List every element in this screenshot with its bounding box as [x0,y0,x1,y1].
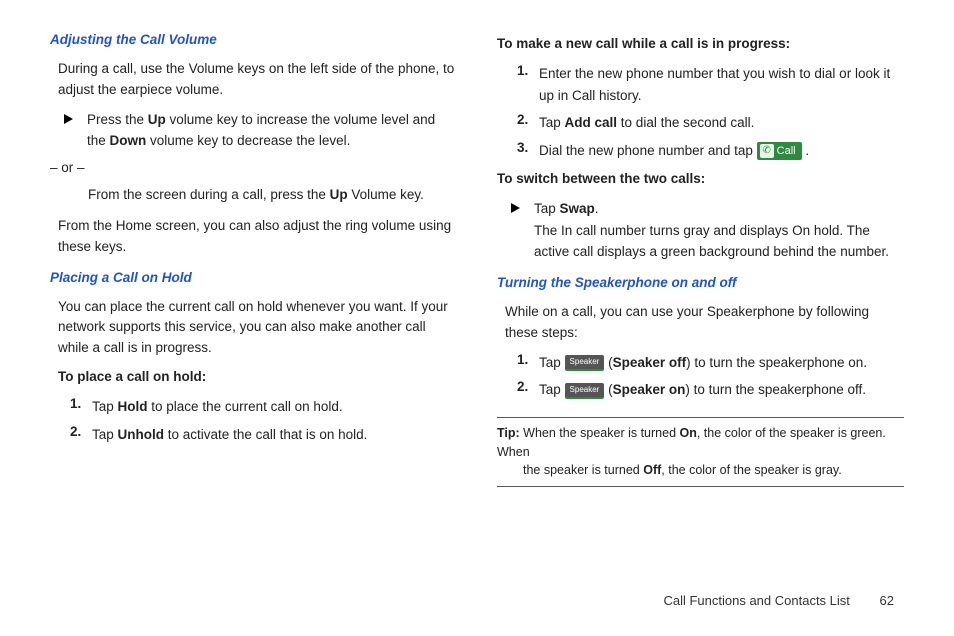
text-bold: Swap [560,201,595,216]
text-bold: Speaker on [613,382,686,397]
left-column: Adjusting the Call Volume During a call,… [50,30,457,493]
text: Tap [539,355,565,370]
section-title-speakerphone: Turning the Speakerphone on and off [497,273,904,294]
paragraph: From the screen during a call, press the… [88,185,457,206]
text: . [802,143,810,158]
bullet-item: Press the Up volume key to increase the … [50,109,457,152]
footer-page-number: 62 [880,593,894,608]
text: Press the [87,112,148,127]
paragraph: You can place the current call on hold w… [58,297,457,360]
triangle-bullet-icon [64,114,73,124]
text: ) to turn the speakerphone off. [685,382,866,397]
step-text: Tap Speaker (Speaker on) to turn the spe… [539,379,904,401]
text: Tap [539,382,565,397]
text-bold: Add call [565,115,618,130]
bullet-text: Tap Swap. The In call number turns gray … [534,198,904,263]
numbered-item: 2. Tap Unhold to activate the call that … [50,424,457,446]
step-number: 2. [517,112,539,127]
footer-section-name: Call Functions and Contacts List [663,593,849,608]
text-bold: Up [330,187,348,202]
text-bold: Off [643,463,661,477]
text: The In call number turns gray and displa… [534,223,889,260]
text-bold: Speaker off [613,355,687,370]
step-number: 1. [70,396,92,411]
text: Tap [539,115,565,130]
divider [497,486,904,487]
bullet-item: Tap Swap. The In call number turns gray … [497,198,904,263]
text: volume key to decrease the level. [146,133,350,148]
text: When the speaker is turned [520,426,680,440]
step-text: Enter the new phone number that you wish… [539,63,904,106]
step-text: Dial the new phone number and tap ✆Call … [539,140,904,162]
text: ) to turn the speakerphone on. [686,355,867,370]
tip-line2: the speaker is turned Off, the color of … [497,461,904,480]
text: , the color of the speaker is gray. [661,463,841,477]
text: Tap [92,427,118,442]
text: From the screen during a call, press the [88,187,330,202]
step-text: Tap Unhold to activate the call that is … [92,424,457,446]
triangle-bullet-icon [511,203,520,213]
step-text: Tap Speaker (Speaker off) to turn the sp… [539,352,904,374]
divider [497,417,904,418]
tip-label: Tip: [497,426,520,440]
tip-block: Tip: When the speaker is turned On , the … [497,424,904,480]
page-footer: Call Functions and Contacts List 62 [663,593,894,608]
text: . [595,201,599,216]
text: Tap [92,399,118,414]
text-bold: Down [110,133,147,148]
text-bold: Unhold [118,427,165,442]
text: Dial the new phone number and tap [539,143,757,158]
paragraph: From the Home screen, you can also adjus… [58,216,457,258]
right-column: To make a new call while a call is in pr… [497,30,904,493]
text: to place the current call on hold. [148,399,343,414]
text-bold: Hold [118,399,148,414]
text-bold: Up [148,112,166,127]
subheading-place-call-hold: To place a call on hold: [58,367,457,388]
step-text: Tap Hold to place the current call on ho… [92,396,457,418]
text: Tap [534,201,560,216]
step-text: Tap Add call to dial the second call. [539,112,904,134]
numbered-item: 2. Tap Add call to dial the second call. [497,112,904,134]
speaker-button-icon: Speaker [565,383,605,399]
step-number: 2. [517,379,539,394]
text: ( [604,382,612,397]
step-number: 1. [517,352,539,367]
text: the speaker is turned [523,463,643,477]
two-column-layout: Adjusting the Call Volume During a call,… [50,30,904,493]
numbered-item: 2. Tap Speaker (Speaker on) to turn the … [497,379,904,401]
numbered-item: 1. Tap Speaker (Speaker off) to turn the… [497,352,904,374]
text: to activate the call that is on hold. [164,427,367,442]
paragraph: While on a call, you can use your Speake… [505,302,904,344]
call-button-icon: ✆Call [757,142,802,160]
step-number: 1. [517,63,539,78]
step-number: 2. [70,424,92,439]
text-bold: On [680,426,697,440]
bullet-text: Press the Up volume key to increase the … [87,109,457,152]
numbered-item: 1. Tap Hold to place the current call on… [50,396,457,418]
call-button-label: Call [777,146,796,157]
text: to dial the second call. [617,115,754,130]
speaker-button-icon: Speaker [565,355,605,371]
section-title-adjusting-volume: Adjusting the Call Volume [50,30,457,51]
subheading-switch-calls: To switch between the two calls: [497,169,904,190]
phone-icon: ✆ [760,144,774,158]
text: Volume key. [348,187,424,202]
step-number: 3. [517,140,539,155]
or-separator: – or – [50,158,457,179]
text: ( [604,355,612,370]
subheading-new-call-in-progress: To make a new call while a call is in pr… [497,34,904,55]
paragraph: During a call, use the Volume keys on th… [58,59,457,101]
section-title-placing-call-hold: Placing a Call on Hold [50,268,457,289]
numbered-item: 1. Enter the new phone number that you w… [497,63,904,106]
numbered-item: 3. Dial the new phone number and tap ✆Ca… [497,140,904,162]
